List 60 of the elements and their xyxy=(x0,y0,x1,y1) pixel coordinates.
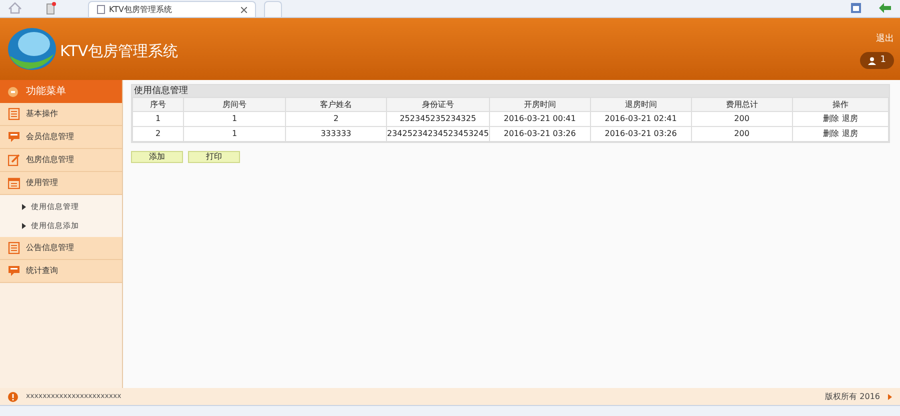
caret-icon xyxy=(22,204,26,210)
caret-icon xyxy=(888,394,892,400)
list-icon xyxy=(8,108,20,120)
table-cell: 2016-03-21 03:26 xyxy=(590,126,692,142)
calendar-icon xyxy=(8,177,20,189)
home-icon[interactable] xyxy=(8,2,22,14)
table-cell: 333333 xyxy=(286,126,386,142)
copyright-text: 版权所有 2016 xyxy=(825,390,880,402)
menu-item[interactable]: 包房信息管理 xyxy=(0,149,122,172)
table-cell: 2016-03-21 03:26 xyxy=(489,126,590,142)
document-icon[interactable] xyxy=(46,2,56,15)
sidebar-title: 功能菜单 xyxy=(26,84,66,99)
menu-item[interactable]: 会员信息管理 xyxy=(0,126,122,149)
column-header: 退房时间 xyxy=(590,98,692,112)
table-cell: 2 xyxy=(132,126,184,142)
table-cell: 1 xyxy=(184,126,286,142)
column-header: 房间号 xyxy=(184,98,286,112)
table-cell: 1 xyxy=(132,112,184,126)
column-header: 操作 xyxy=(792,98,888,112)
table-cell: 200 xyxy=(691,112,792,126)
menu-item[interactable]: 使用管理 xyxy=(0,172,122,195)
page-icon xyxy=(97,5,105,14)
speech-bubble-icon xyxy=(8,265,20,277)
action-button[interactable]: 打印 xyxy=(188,151,240,163)
table-cell: 2 xyxy=(286,112,386,126)
menu-item[interactable]: 公告信息管理 xyxy=(0,237,122,260)
table-cell: 200 xyxy=(691,126,792,142)
caret-icon xyxy=(22,222,26,228)
tab-title: KTV包房管理系统 xyxy=(109,4,173,16)
app-title: KTV包房管理系统 xyxy=(60,40,178,62)
column-header: 客户姓名 xyxy=(286,98,386,112)
user-count: 1 xyxy=(880,54,886,67)
info-icon xyxy=(8,392,18,402)
close-icon[interactable] xyxy=(241,6,247,12)
action-link[interactable]: 删除 xyxy=(822,114,839,123)
table-cell: 2016-03-21 00:41 xyxy=(489,112,590,126)
user-icon xyxy=(868,56,876,65)
globe-logo-icon xyxy=(6,26,58,72)
action-link[interactable]: 退房 xyxy=(842,129,858,138)
table-cell: 252345235234325 xyxy=(386,112,490,126)
action-button[interactable]: 添加 xyxy=(131,151,183,163)
table-cell: 1 xyxy=(184,112,286,126)
list-icon xyxy=(8,242,20,254)
table-cell: 23425234234523453245 xyxy=(386,126,490,142)
column-header: 身份证号 xyxy=(386,98,490,112)
menu-item[interactable]: 统计查询 xyxy=(0,260,122,283)
menu-item[interactable]: 基本操作 xyxy=(0,103,122,126)
column-header: 序号 xyxy=(132,98,184,112)
action-link[interactable]: 删除 xyxy=(822,129,839,138)
user-badge[interactable]: 1 xyxy=(860,52,894,70)
column-header: 开房时间 xyxy=(489,98,590,112)
table-cell: 2016-03-21 02:41 xyxy=(590,112,692,126)
speech-bubble-icon xyxy=(8,131,20,143)
back-arrow-icon[interactable] xyxy=(878,2,892,14)
browser-tab[interactable]: KTV包房管理系统 xyxy=(88,1,256,17)
column-header: 费用总计 xyxy=(691,98,792,112)
panel-title: 使用信息管理 xyxy=(133,85,189,97)
edit-icon xyxy=(8,154,20,166)
action-link[interactable]: 退房 xyxy=(842,114,858,123)
menu-dot-icon xyxy=(8,86,18,96)
